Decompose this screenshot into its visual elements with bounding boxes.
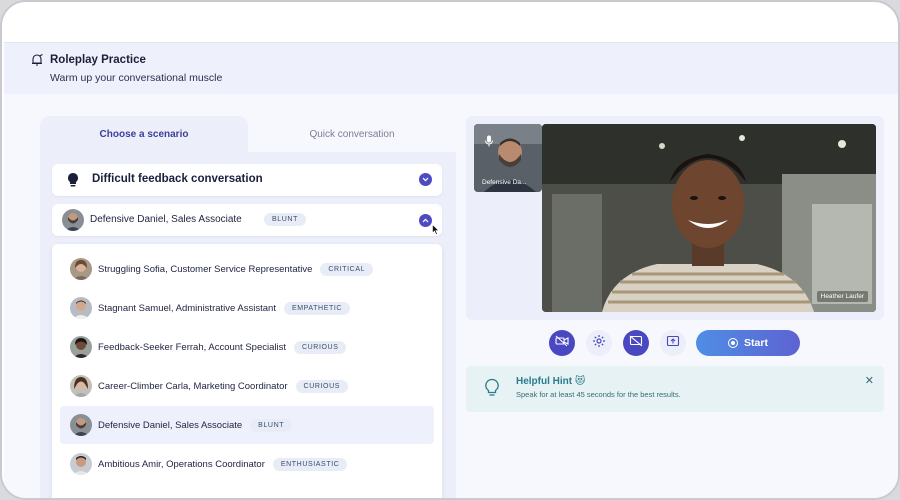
avatar — [70, 453, 92, 475]
persona-badge: EMPATHETIC — [283, 301, 351, 315]
main-video-feed: Heather Laufer — [542, 124, 876, 312]
page-title: Roleplay Practice — [50, 54, 146, 66]
scenario-title: Difficult feedback conversation — [92, 173, 263, 185]
persona-name: Ambitious Amir, Operations Coordinator — [98, 458, 265, 470]
list-item[interactable]: Stagnant Samuel, Administrative Assistan… — [60, 289, 434, 327]
camera-toggle-button[interactable] — [549, 330, 575, 356]
persona-badge: ENTHUSIASTIC — [272, 457, 348, 471]
persona-video-thumbnail[interactable]: Defensive Da... — [474, 124, 542, 192]
share-screen-icon — [666, 334, 680, 352]
lightbulb-outline-icon — [484, 378, 500, 403]
persona-badge: CRITICAL — [320, 262, 374, 276]
persona-name: Feedback-Seeker Ferrah, Account Speciali… — [98, 341, 286, 353]
lightbulb-icon — [66, 172, 80, 193]
persona-badge: CURIOUS — [293, 340, 347, 354]
persona-badge: BLUNT — [250, 418, 293, 432]
start-button[interactable]: Start — [696, 330, 800, 356]
avatar — [70, 258, 92, 280]
avatar — [70, 297, 92, 319]
helpful-hint-banner: Helpful Hint 😻 Speak for at least 45 sec… — [466, 366, 884, 412]
hint-text: Speak for at least 45 seconds for the be… — [516, 390, 681, 399]
avatar — [62, 209, 84, 231]
page-subtitle: Warm up your conversational muscle — [50, 72, 223, 84]
camera-off-icon — [555, 334, 569, 352]
close-icon[interactable]: ✕ — [865, 374, 874, 387]
screen-share-toggle-button[interactable] — [623, 330, 649, 356]
avatar — [70, 336, 92, 358]
persona-name: Stagnant Samuel, Administrative Assistan… — [98, 302, 276, 314]
screen-off-icon — [629, 334, 643, 352]
scenario-dropdown[interactable]: Difficult feedback conversation — [52, 164, 442, 196]
selected-persona-name: Defensive Daniel, Sales Associate — [90, 214, 242, 225]
tab-bar: Choose a scenario Quick conversation — [40, 116, 456, 152]
persona-name: Defensive Daniel, Sales Associate — [98, 419, 243, 431]
share-screen-button[interactable] — [660, 330, 686, 356]
list-item[interactable]: Career-Climber Carla, Marketing Coordina… — [60, 367, 434, 405]
video-area: Defensive Da... Heather Laufer — [466, 116, 884, 320]
chevron-down-icon[interactable] — [419, 173, 432, 186]
persona-name: Career-Climber Carla, Marketing Coordina… — [98, 380, 288, 392]
avatar — [70, 414, 92, 436]
persona-badge: CURIOUS — [295, 379, 349, 393]
list-item[interactable]: Defensive Daniel, Sales Associate BLUNT — [60, 406, 434, 444]
mouse-cursor-icon — [432, 222, 440, 240]
main-content: Choose a scenario Quick conversation Dif… — [4, 94, 898, 498]
bell-icon — [30, 53, 44, 67]
page-header: Roleplay Practice Warm up your conversat… — [4, 42, 898, 94]
status-badge: BLUNT — [264, 213, 306, 226]
video-controls: Start — [466, 328, 884, 358]
persona-list: Struggling Sofia, Customer Service Repre… — [52, 244, 442, 498]
microphone-icon — [484, 134, 494, 152]
tab-quick-conversation[interactable]: Quick conversation — [248, 116, 456, 152]
video-panel: Defensive Da... Heather Laufer Start Hel… — [466, 116, 884, 498]
record-icon — [728, 338, 739, 348]
scenario-panel: Choose a scenario Quick conversation Dif… — [40, 116, 456, 498]
settings-button[interactable] — [586, 330, 612, 356]
scenario-list-area: Difficult feedback conversation Defensiv… — [40, 152, 456, 498]
list-item[interactable]: Struggling Sofia, Customer Service Repre… — [60, 250, 434, 288]
tab-choose-scenario[interactable]: Choose a scenario — [40, 116, 248, 152]
hint-title: Helpful Hint 😻 — [516, 376, 586, 387]
start-button-label: Start — [744, 337, 768, 349]
gear-icon — [592, 334, 606, 353]
list-item[interactable]: Ambitious Amir, Operations Coordinator E… — [60, 445, 434, 483]
persona-name: Struggling Sofia, Customer Service Repre… — [98, 263, 313, 275]
persona-select[interactable]: Defensive Daniel, Sales Associate BLUNT — [52, 204, 442, 236]
avatar — [70, 375, 92, 397]
thumbnail-label: Defensive Da... — [482, 179, 527, 186]
chevron-up-icon[interactable] — [419, 214, 432, 227]
list-item[interactable]: Feedback-Seeker Ferrah, Account Speciali… — [60, 328, 434, 366]
app-window: Roleplay Practice Warm up your conversat… — [0, 0, 900, 500]
participant-name-label: Heather Laufer — [816, 291, 868, 302]
